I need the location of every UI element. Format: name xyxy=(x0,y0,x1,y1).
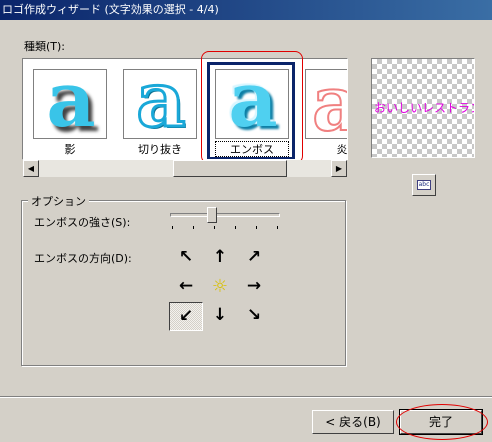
emboss-strength-track[interactable] xyxy=(170,213,280,217)
effect-glyph: a xyxy=(311,70,347,138)
emboss-strength-label: エンボスの強さ(S): xyxy=(34,216,131,229)
annotation-ring xyxy=(201,51,303,164)
gallery-scrollbar[interactable]: ◀ ▶ xyxy=(23,160,347,177)
text-box-icon: abc xyxy=(417,180,431,190)
triangle-left-icon: ◀ xyxy=(27,164,35,173)
effect-tile-label: 炎 xyxy=(336,143,348,156)
arrow-up-right-icon[interactable]: ↗ xyxy=(237,244,271,273)
effect-thumb-flame: a xyxy=(305,69,347,139)
effect-glyph: a xyxy=(46,69,96,139)
options-group-title: オプション xyxy=(28,193,89,209)
scroll-left-button[interactable]: ◀ xyxy=(23,160,39,177)
slider-tick xyxy=(235,226,236,229)
sun-icon: ☼ xyxy=(211,276,229,297)
arrow-down-right-icon[interactable]: ↘ xyxy=(237,302,271,331)
arrow-down-icon[interactable]: ↓ xyxy=(203,302,237,331)
slider-tick xyxy=(172,226,173,229)
emboss-direction-label: エンボスの方向(D): xyxy=(34,252,132,265)
triangle-right-icon: ▶ xyxy=(335,164,343,173)
footer-separator xyxy=(0,396,492,398)
text-settings-button[interactable]: abc xyxy=(412,174,436,196)
arrow-down-left-icon[interactable]: ↙ xyxy=(169,302,203,331)
slider-tick xyxy=(277,226,278,229)
effect-tile-shadow[interactable]: a 影 xyxy=(29,65,111,157)
back-button[interactable]: < 戻る(B) xyxy=(312,410,394,434)
arrow-right-icon[interactable]: → xyxy=(237,273,271,302)
emboss-strength-slider-thumb[interactable] xyxy=(207,207,217,223)
effect-glyph: a xyxy=(135,69,187,139)
slider-tick xyxy=(193,226,194,229)
arrow-up-icon[interactable]: ↑ xyxy=(203,244,237,273)
effect-thumb-cutout: a xyxy=(123,69,197,139)
arrow-left-icon[interactable]: ← xyxy=(169,273,203,302)
effect-tile-label: 影 xyxy=(64,143,76,156)
effect-tile-cutout[interactable]: a 切り抜き xyxy=(119,65,201,157)
effect-type-label: 種類(T): xyxy=(24,40,66,53)
scroll-right-button[interactable]: ▶ xyxy=(331,160,347,177)
preview-pane: おいしいレストラン xyxy=(371,58,475,158)
slider-tick xyxy=(214,226,215,229)
window-title: ロゴ作成ウィザード (文字効果の選択 - 4/4) xyxy=(2,3,219,16)
annotation-ring xyxy=(396,404,488,440)
title-bar: ロゴ作成ウィザード (文字効果の選択 - 4/4) xyxy=(0,0,492,20)
arrow-up-left-icon[interactable]: ↖ xyxy=(169,244,203,273)
slider-tick xyxy=(256,226,257,229)
emboss-direction-grid: ↖ ↑ ↗ ← ☼ → ↙ ↓ ↘ xyxy=(169,244,271,331)
effect-thumb-shadow: a xyxy=(33,69,107,139)
preview-text: おいしいレストラン xyxy=(374,101,475,115)
effect-tile-label: 切り抜き xyxy=(138,143,182,156)
effect-tile-flame[interactable]: a 炎 xyxy=(301,65,348,157)
scroll-thumb[interactable] xyxy=(173,160,287,177)
